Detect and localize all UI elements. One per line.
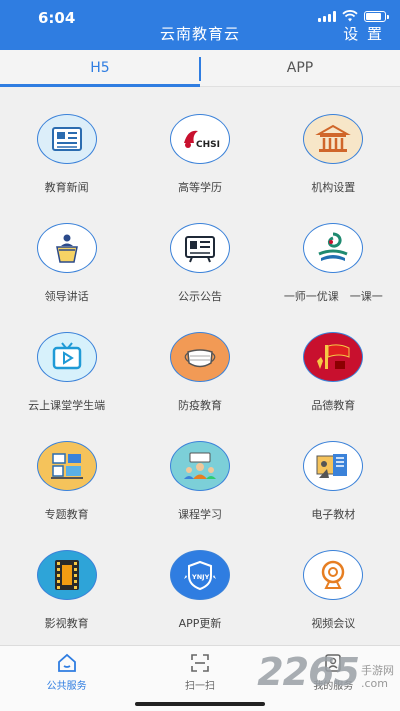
grid-item-institutions[interactable]: 机构设置 <box>267 100 400 209</box>
grid-item-e-textbook[interactable]: 电子教材 <box>267 427 400 536</box>
settings-button[interactable]: 设 置 <box>343 23 384 44</box>
status-icons <box>318 10 389 22</box>
service-grid: 教育新闻 CHSI 高等学历 机构设置 领导讲话 公示公告 一师一优课 一课一 <box>0 100 400 645</box>
grid-item-label: 公示公告 <box>177 290 222 303</box>
grid-item-label: 教育新闻 <box>44 181 89 194</box>
grid-item-moral-education[interactable]: 品德教育 <box>267 318 400 427</box>
grid-item-education-news[interactable]: 教育新闻 <box>0 100 133 209</box>
app-update-shield-icon: YNJY <box>169 550 230 600</box>
flag-icon <box>303 332 364 382</box>
grid-item-epidemic-education[interactable]: 防疫教育 <box>133 318 266 427</box>
grid-item-excellent-lesson[interactable]: 一师一优课 一课一 <box>267 209 400 318</box>
grid-item-label: 视频会议 <box>311 617 356 630</box>
grid-item-label: 领导讲话 <box>44 290 89 303</box>
grid-item-course-study[interactable]: 课程学习 <box>133 427 266 536</box>
grid-item-label: 高等学历 <box>177 181 222 194</box>
app-header: 6:04 云南教育云 设 置 <box>0 0 400 50</box>
institution-building-icon <box>303 114 364 164</box>
watermark-number: 2265 <box>257 650 360 694</box>
grid-item-label: 专题教育 <box>44 508 89 521</box>
grid-item-leader-speech[interactable]: 领导讲话 <box>0 209 133 318</box>
classroom-icon <box>36 441 97 491</box>
grid-item-label: 防疫教育 <box>177 399 222 412</box>
battery-icon <box>364 10 389 22</box>
lesson-logo-icon <box>303 223 364 273</box>
grid-item-film-education[interactable]: 影视教育 <box>0 536 133 645</box>
film-strip-icon <box>36 550 97 600</box>
nav-label: 扫一扫 <box>184 681 215 692</box>
grid-item-label: 课程学习 <box>177 508 222 521</box>
watermark-text: 手游网 .com <box>361 664 394 690</box>
tab-divider <box>199 57 201 81</box>
notice-board-icon <box>169 223 230 273</box>
grid-item-higher-education[interactable]: CHSI 高等学历 <box>133 100 266 209</box>
signal-icon <box>318 10 336 22</box>
watermark-site-name: 手游网 <box>361 664 394 677</box>
webcam-icon <box>303 550 364 600</box>
watermark-url: .com <box>361 677 388 690</box>
grid-item-label: APP更新 <box>178 617 222 630</box>
grid-item-public-notice[interactable]: 公示公告 <box>133 209 266 318</box>
grid-item-label: 电子教材 <box>311 508 356 521</box>
grid-item-label: 一师一优课 一课一 <box>283 290 383 303</box>
podium-speaker-icon <box>36 223 97 273</box>
wifi-icon <box>342 10 358 22</box>
grid-item-label: 云上课堂学生端 <box>28 399 106 412</box>
grid-item-label: 品德教育 <box>311 399 356 412</box>
students-learning-icon <box>169 441 230 491</box>
tv-play-icon <box>36 332 97 382</box>
nav-label: 公共服务 <box>46 681 87 692</box>
home-icon <box>57 653 76 672</box>
newspaper-icon <box>36 114 97 164</box>
grid-item-cloud-classroom[interactable]: 云上课堂学生端 <box>0 318 133 427</box>
grid-item-special-topics[interactable]: 专题教育 <box>0 427 133 536</box>
svg-text:YNJY: YNJY <box>191 573 210 581</box>
e-textbook-icon <box>303 441 364 491</box>
tab-app[interactable]: APP <box>200 50 400 86</box>
svg-text:CHSI: CHSI <box>196 140 220 150</box>
watermark-logo: 2265 手游网 .com <box>257 650 394 694</box>
scan-icon <box>191 654 209 672</box>
page-title: 云南教育云 <box>159 25 240 43</box>
chsi-logo-icon: CHSI <box>169 114 230 164</box>
home-indicator <box>135 702 265 706</box>
grid-item-video-meeting[interactable]: 视频会议 <box>267 536 400 645</box>
face-mask-icon <box>169 332 230 382</box>
grid-item-label: 影视教育 <box>44 617 89 630</box>
nav-public-services[interactable]: 公共服务 <box>0 646 133 711</box>
tab-h5[interactable]: H5 <box>0 50 200 87</box>
grid-item-app-update[interactable]: YNJY APP更新 <box>133 536 266 645</box>
grid-item-label: 机构设置 <box>311 181 356 194</box>
